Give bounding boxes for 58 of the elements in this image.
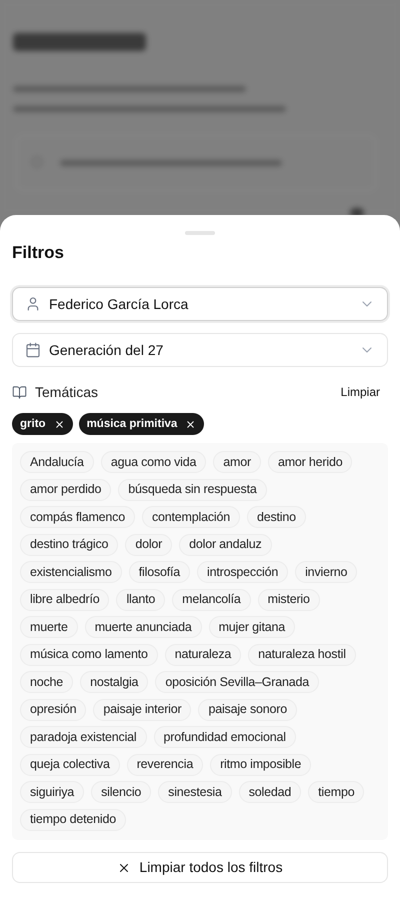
tag-chip[interactable]: silencio: [91, 781, 152, 803]
tag-chip[interactable]: siguiriya: [20, 781, 84, 803]
person-icon: [25, 296, 41, 312]
tag-chip[interactable]: opresión: [20, 698, 86, 720]
tag-chip[interactable]: misterio: [258, 588, 320, 610]
tag-chip[interactable]: mujer gitana: [208, 616, 295, 638]
remove-icon: [54, 418, 65, 430]
calendar-icon: [25, 342, 41, 358]
tag-chip[interactable]: paisaje sonoro: [198, 698, 297, 720]
active-tag[interactable]: grito: [12, 413, 73, 435]
tag-chip[interactable]: filosofía: [128, 561, 190, 583]
tag-chip[interactable]: existencialismo: [20, 561, 122, 583]
tag-chip[interactable]: melancolía: [172, 588, 251, 610]
tag-chip[interactable]: muerte: [20, 616, 78, 638]
tag-chip[interactable]: libre albedrío: [20, 588, 110, 610]
remove-icon: [185, 418, 196, 430]
tag-chip[interactable]: tiempo: [308, 781, 364, 803]
tag-chip[interactable]: oposición Sevilla–Granada: [155, 671, 320, 693]
tag-chip[interactable]: profundidad emocional: [154, 726, 296, 748]
tag-chip[interactable]: muerte anunciada: [84, 616, 202, 638]
select-field[interactable]: Generación del 27: [12, 333, 388, 367]
tag-chip[interactable]: contemplación: [142, 506, 240, 528]
tag-chip[interactable]: introspección: [197, 561, 288, 583]
tag-chip[interactable]: dolor andaluz: [179, 534, 272, 556]
tag-chip[interactable]: destino trágico: [20, 534, 118, 556]
select-value: Generación del 27: [49, 340, 164, 360]
clear-all-button[interactable]: Limpiar todos los filtros: [12, 852, 388, 883]
sheet-title: Filtros: [12, 242, 65, 264]
tag-chip[interactable]: nostalgia: [80, 671, 148, 693]
tag-chip[interactable]: paradoja existencial: [20, 726, 146, 748]
section-label: Temáticas: [35, 382, 100, 402]
tag-chip[interactable]: compás flamenco: [20, 506, 135, 528]
tag-chip[interactable]: agua como vida: [100, 451, 206, 473]
tag-chip[interactable]: paisaje interior: [93, 698, 192, 720]
tag-chip[interactable]: amor herido: [268, 451, 352, 473]
book-icon: [12, 384, 27, 400]
tag-chip[interactable]: Andalucía: [20, 451, 94, 473]
tag-chip[interactable]: tiempo detenido: [20, 808, 126, 830]
tag-chip[interactable]: llanto: [116, 588, 166, 610]
tag-chip[interactable]: soledad: [238, 781, 302, 803]
tag-chip[interactable]: amor perdido: [20, 478, 112, 500]
tag-chip[interactable]: dolor: [125, 534, 172, 556]
tag-chip[interactable]: música como lamento: [20, 644, 158, 666]
clear-link[interactable]: Limpiar: [340, 383, 380, 401]
tag-chip[interactable]: sinestesia: [158, 781, 232, 803]
tag-chip[interactable]: búsqueda sin respuesta: [118, 478, 267, 500]
tag-chip[interactable]: invierno: [295, 561, 358, 583]
tag-chip[interactable]: queja colectiva: [20, 754, 120, 776]
tag-chip[interactable]: reverencia: [126, 754, 204, 776]
active-tag[interactable]: música primitiva: [78, 413, 204, 435]
select-value: Federico García Lorca: [49, 294, 190, 314]
tag-chip[interactable]: naturaleza hostil: [248, 644, 356, 666]
tag-chip[interactable]: noche: [20, 671, 74, 693]
tag-chip[interactable]: naturaleza: [164, 644, 242, 666]
select-field[interactable]: Federico García Lorca: [12, 287, 388, 321]
tag-chip[interactable]: ritmo imposible: [210, 754, 312, 776]
tag-chip[interactable]: amor: [213, 451, 261, 473]
tag-chip[interactable]: destino: [246, 506, 306, 528]
